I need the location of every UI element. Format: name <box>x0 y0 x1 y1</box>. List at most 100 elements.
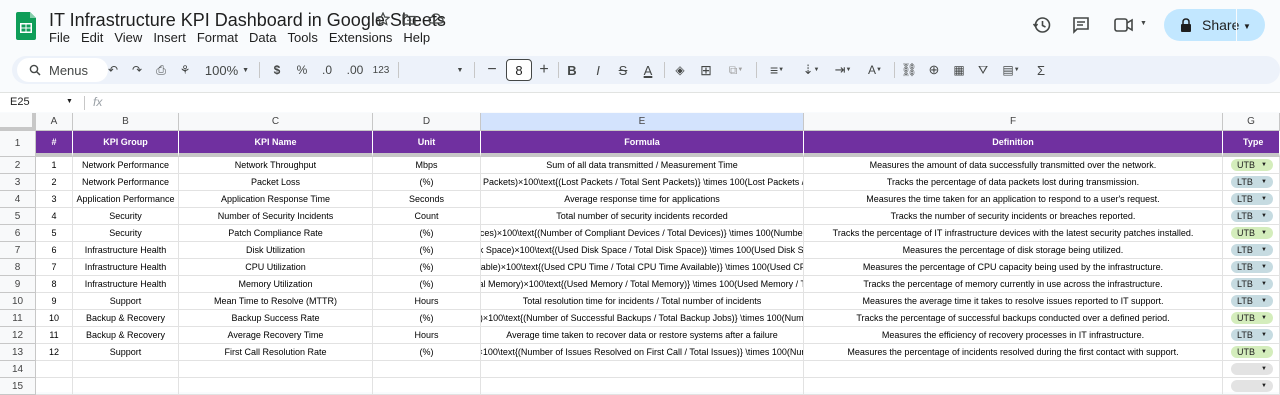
menu-tools[interactable]: Tools <box>287 30 323 45</box>
empty-cell[interactable] <box>373 361 481 378</box>
menu-help[interactable]: Help <box>403 30 436 45</box>
cell-group[interactable]: Network Performance <box>73 174 179 191</box>
increase-decimal-button[interactable]: .00 <box>344 56 366 84</box>
column-header-a[interactable]: A <box>36 113 73 131</box>
cell-group[interactable]: Support <box>73 293 179 310</box>
type-dropdown-chip[interactable]: ▼ <box>1231 380 1273 392</box>
menu-view[interactable]: View <box>114 30 148 45</box>
text-rotation-icon[interactable]: A ▼ <box>862 56 888 84</box>
filter-views-icon[interactable]: ▤ ▼ <box>998 56 1024 84</box>
empty-cell[interactable] <box>804 378 1223 395</box>
cell-type[interactable]: LTB ▼ <box>1223 259 1280 276</box>
cell-n[interactable]: 4 <box>36 208 73 225</box>
cell-definition[interactable]: Tracks the number of security incidents … <box>804 208 1223 225</box>
row-header[interactable]: 6 <box>0 225 36 242</box>
header-cell-c[interactable]: KPI Name <box>179 131 373 157</box>
empty-cell[interactable] <box>481 378 804 395</box>
type-dropdown-chip[interactable]: LTB ▼ <box>1231 329 1273 341</box>
move-to-folder-icon[interactable] <box>402 12 416 26</box>
menu-edit[interactable]: Edit <box>81 30 109 45</box>
menu-insert[interactable]: Insert <box>153 30 192 45</box>
insert-link-icon[interactable]: ⛓ <box>900 56 918 84</box>
cell-formula[interactable]: Average response time for applications <box>481 191 804 208</box>
menu-data[interactable]: Data <box>249 30 282 45</box>
cell-unit[interactable]: Mbps <box>373 157 481 174</box>
type-dropdown-chip[interactable]: LTB ▼ <box>1231 244 1273 256</box>
cell-type[interactable]: ▼ <box>1223 378 1280 395</box>
share-dropdown-icon[interactable]: ▼ <box>1243 22 1251 31</box>
cell-definition[interactable]: Measures the percentage of incidents res… <box>804 344 1223 361</box>
cell-type[interactable]: LTB ▼ <box>1223 276 1280 293</box>
row-header[interactable]: 9 <box>0 276 36 293</box>
cell-name[interactable]: Memory Utilization <box>179 276 373 293</box>
row-header[interactable]: 7 <box>0 242 36 259</box>
cell-name[interactable]: Disk Utilization <box>179 242 373 259</box>
cell-formula[interactable]: Average time taken to recover data or re… <box>481 327 804 344</box>
cell-unit[interactable]: (%) <box>373 310 481 327</box>
row-header[interactable]: 15 <box>0 378 36 395</box>
cell-definition[interactable]: Measures the efficiency of recovery proc… <box>804 327 1223 344</box>
cell-unit[interactable]: (%) <box>373 225 481 242</box>
type-dropdown-chip[interactable]: LTB ▼ <box>1231 278 1273 290</box>
header-cell-e[interactable]: Formula <box>481 131 804 157</box>
print-icon[interactable]: ⎙ <box>152 56 170 84</box>
cell-n[interactable]: 5 <box>36 225 73 242</box>
column-header-c[interactable]: C <box>179 113 373 131</box>
type-dropdown-chip[interactable]: LTB ▼ <box>1231 193 1273 205</box>
row-header[interactable]: 5 <box>0 208 36 225</box>
type-dropdown-chip[interactable]: LTB ▼ <box>1231 295 1273 307</box>
vertical-align-icon[interactable]: ⇣ ▼ <box>798 56 824 84</box>
type-dropdown-chip[interactable]: UTB ▼ <box>1231 227 1273 239</box>
cell-definition[interactable]: Tracks the percentage of successful back… <box>804 310 1223 327</box>
fill-color-icon[interactable]: ◈ <box>672 56 688 84</box>
row-header[interactable]: 13 <box>0 344 36 361</box>
header-cell-b[interactable]: KPI Group <box>73 131 179 157</box>
cell-definition[interactable]: Measures the time taken for an applicati… <box>804 191 1223 208</box>
cell-name[interactable]: Backup Success Rate <box>179 310 373 327</box>
cell-group[interactable]: Network Performance <box>73 157 179 174</box>
cell-name[interactable]: Packet Loss <box>179 174 373 191</box>
cell-n[interactable]: 8 <box>36 276 73 293</box>
meet-icon[interactable] <box>1114 17 1134 33</box>
cell-unit[interactable]: Seconds <box>373 191 481 208</box>
cell-name[interactable]: Number of Security Incidents <box>179 208 373 225</box>
header-cell-a[interactable]: # <box>36 131 73 157</box>
cell-type[interactable]: LTB ▼ <box>1223 242 1280 259</box>
cell-name[interactable]: First Call Resolution Rate <box>179 344 373 361</box>
cell-group[interactable]: Infrastructure Health <box>73 259 179 276</box>
row-header[interactable]: 10 <box>0 293 36 310</box>
menu-extensions[interactable]: Extensions <box>329 30 399 45</box>
cell-formula[interactable]: ent Packets)×100\text{(Lost Packets / To… <box>481 174 804 191</box>
italic-icon[interactable]: I <box>590 56 606 84</box>
type-dropdown-chip[interactable]: LTB ▼ <box>1231 210 1273 222</box>
type-dropdown-chip[interactable]: LTB ▼ <box>1231 261 1273 273</box>
menu-file[interactable]: File <box>49 30 76 45</box>
empty-cell[interactable] <box>804 361 1223 378</box>
empty-cell[interactable] <box>179 378 373 395</box>
cell-group[interactable]: Backup & Recovery <box>73 310 179 327</box>
cell-formula[interactable]: Total number of security incidents recor… <box>481 208 804 225</box>
cell-n[interactable]: 6 <box>36 242 73 259</box>
sheets-logo-icon[interactable] <box>16 12 36 40</box>
cell-n[interactable]: 9 <box>36 293 73 310</box>
name-box[interactable]: E25 <box>10 96 30 108</box>
share-button[interactable]: Share ▼ <box>1164 9 1265 41</box>
cell-definition[interactable]: Tracks the percentage of IT infrastructu… <box>804 225 1223 242</box>
cell-group[interactable]: Infrastructure Health <box>73 242 179 259</box>
empty-cell[interactable] <box>481 361 804 378</box>
cell-n[interactable]: 1 <box>36 157 73 174</box>
row-header[interactable]: 11 <box>0 310 36 327</box>
zoom-select[interactable]: 100% ▼ <box>204 56 250 84</box>
percent-format-button[interactable]: % <box>295 56 309 84</box>
type-dropdown-chip[interactable]: ▼ <box>1231 363 1273 375</box>
cell-name[interactable]: CPU Utilization <box>179 259 373 276</box>
borders-icon[interactable]: ⊞ <box>698 56 714 84</box>
cell-formula[interactable]: s)×100\text{(Number of Issues Resolved o… <box>481 344 804 361</box>
type-dropdown-chip[interactable]: UTB ▼ <box>1231 159 1273 171</box>
functions-icon[interactable]: Σ <box>1032 56 1050 84</box>
cell-type[interactable]: UTB ▼ <box>1223 310 1280 327</box>
empty-cell[interactable] <box>36 378 73 395</box>
cell-group[interactable]: Security <box>73 208 179 225</box>
cell-unit[interactable]: (%) <box>373 276 481 293</box>
cell-formula[interactable]: evices)×100\text{(Number of Compliant De… <box>481 225 804 242</box>
